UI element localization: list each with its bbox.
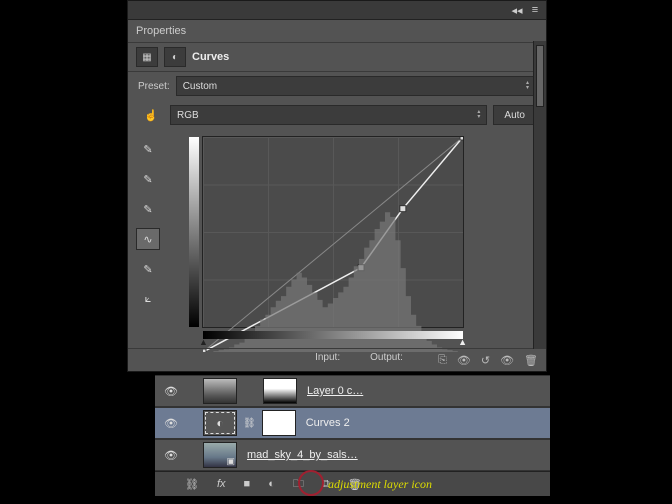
adjustment-header: ▦ ◐ Curves xyxy=(128,43,546,72)
visibility-toggle-icon[interactable]: 👁 xyxy=(161,414,181,432)
preset-value: Custom xyxy=(183,81,217,92)
visibility-toggle-icon[interactable]: 👁 xyxy=(161,446,181,464)
link-layers-icon[interactable]: ⛓ xyxy=(185,478,199,491)
channel-select[interactable]: RGB ▴▾ xyxy=(170,105,487,125)
curves-adj-icon: ◐ xyxy=(216,416,223,430)
black-point-slider[interactable]: ▲ xyxy=(199,337,208,347)
reset-icon[interactable]: ↺ xyxy=(481,354,490,367)
delete-adjustment-icon[interactable]: 🗑 xyxy=(524,354,538,367)
preset-row: Preset: Custom ▴▾ xyxy=(128,72,546,100)
histogram xyxy=(203,137,463,352)
properties-panel: ◂◂ ≡ Properties ▦ ◐ Curves Preset: Custo… xyxy=(127,0,547,372)
layer-row[interactable]: 👁 ◐ ⛓ Curves 2 xyxy=(155,407,550,439)
mask-mode-icon[interactable]: ◐ xyxy=(164,47,186,67)
preset-label: Preset: xyxy=(138,81,170,92)
layer-mask-thumbnail[interactable] xyxy=(263,378,297,404)
curve-edit-icon[interactable]: ∿ xyxy=(136,228,160,250)
dropdown-icon: ▴▾ xyxy=(477,110,480,120)
adjustment-label: Curves xyxy=(192,51,229,63)
auto-button[interactable]: Auto xyxy=(493,105,536,125)
panel-menu-icon[interactable]: ≡ xyxy=(528,5,542,15)
channel-value: RGB xyxy=(177,110,199,121)
annotation-circle xyxy=(298,470,324,496)
smart-object-icon: ▣ xyxy=(226,456,235,467)
smooth-icon[interactable]: ⟀ xyxy=(136,288,160,310)
properties-footer: ⎘ 👁 ↺ 👁 🗑 xyxy=(128,348,546,371)
curves-body: ✎ ✎ ✎ ∿ ✎ ⟀ xyxy=(128,132,546,367)
new-adjustment-layer-icon[interactable]: ◐ xyxy=(268,478,275,490)
pencil-edit-icon[interactable]: ✎ xyxy=(136,258,160,280)
input-gradient xyxy=(203,331,463,339)
eyedropper-white-icon[interactable]: ✎ xyxy=(136,198,160,220)
adjustment-type-icon[interactable]: ▦ xyxy=(136,47,158,67)
layer-thumbnail[interactable]: ▣ xyxy=(203,442,237,468)
output-gradient xyxy=(189,137,199,327)
layer-name[interactable]: Layer 0 c… xyxy=(303,385,363,397)
panel-scrollbar[interactable] xyxy=(533,41,546,349)
scrollbar-thumb[interactable] xyxy=(536,45,544,107)
layer-row[interactable]: 👁 ▣ mad_sky_4_by_sals… xyxy=(155,439,550,471)
dropdown-icon: ▴▾ xyxy=(526,81,529,91)
panel-title-row: Properties xyxy=(128,20,546,43)
add-mask-icon[interactable]: ■ xyxy=(244,478,251,490)
adjustment-layer-thumbnail[interactable]: ◐ xyxy=(203,410,237,436)
collapse-icon[interactable]: ◂◂ xyxy=(510,5,524,15)
link-icon[interactable]: ⛓ xyxy=(243,418,256,429)
curve-area: ▲ ▲ Input: Output: xyxy=(168,132,546,367)
targeted-adjustment-icon[interactable]: ☝ xyxy=(138,104,164,126)
panel-collapse-row: ◂◂ ≡ xyxy=(128,1,546,20)
properties-tab[interactable]: Properties xyxy=(128,22,194,40)
layer-thumbnail[interactable] xyxy=(203,378,237,404)
toggle-visibility-icon[interactable]: 👁 xyxy=(457,354,471,367)
eyedropper-gray-icon[interactable]: ✎ xyxy=(136,168,160,190)
layer-name[interactable]: mad_sky_4_by_sals… xyxy=(243,449,358,461)
curve-graph[interactable]: ▲ ▲ xyxy=(202,136,464,328)
layer-name[interactable]: Curves 2 xyxy=(302,417,350,429)
preset-select[interactable]: Custom ▴▾ xyxy=(176,76,536,96)
annotation-text: adjustment layer icon xyxy=(328,477,432,492)
layer-fx-icon[interactable]: fx xyxy=(217,478,226,490)
view-previous-icon[interactable]: 👁 xyxy=(500,354,514,367)
layer-mask-thumbnail[interactable] xyxy=(262,410,296,436)
channel-row: ☝ RGB ▴▾ Auto xyxy=(128,100,546,132)
curves-tool-strip: ✎ ✎ ✎ ∿ ✎ ⟀ xyxy=(128,132,168,367)
layer-row[interactable]: 👁 Layer 0 c… xyxy=(155,375,550,407)
visibility-toggle-icon[interactable]: 👁 xyxy=(161,382,181,400)
white-point-slider[interactable]: ▲ xyxy=(458,337,467,347)
eyedropper-black-icon[interactable]: ✎ xyxy=(136,138,160,160)
clip-to-layer-icon[interactable]: ⎘ xyxy=(438,354,447,367)
